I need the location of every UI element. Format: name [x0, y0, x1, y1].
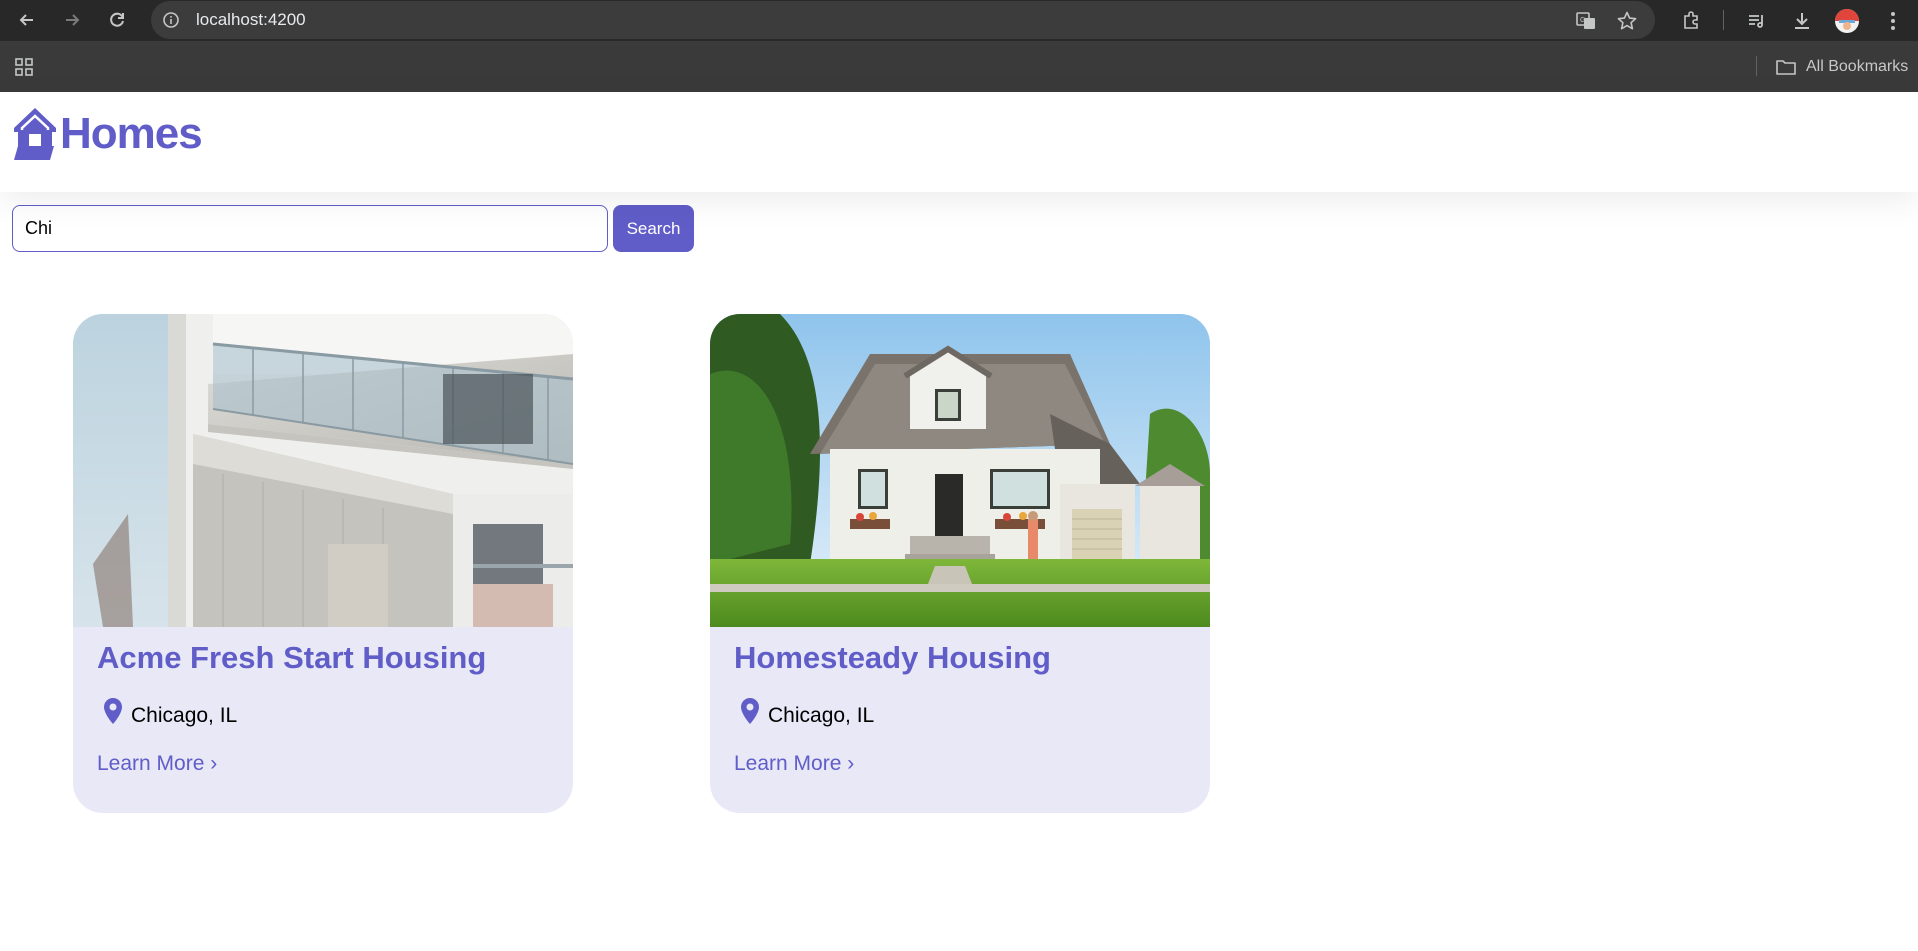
search-form: Search [12, 205, 694, 252]
url-text[interactable]: localhost:4200 [196, 1, 306, 39]
toolbar-divider [1723, 10, 1724, 30]
location-text: Chicago, IL [768, 704, 875, 727]
learn-more-link[interactable]: Learn More › [97, 752, 217, 776]
listing-title: Homesteady Housing [734, 640, 1051, 675]
bookmarks-bar: All Bookmarks [0, 41, 1918, 92]
search-button[interactable]: Search [613, 205, 694, 252]
arrow-left-icon [19, 14, 33, 26]
modern-apartment-photo [73, 314, 573, 627]
listing-location: Chicago, IL [740, 694, 874, 728]
brand-logo[interactable]: Homes [12, 104, 203, 164]
app-header: Homes [0, 92, 1918, 192]
suburban-house-photo [710, 314, 1210, 627]
logo-text: Homes [60, 109, 203, 158]
apps-grid-icon[interactable] [12, 55, 36, 79]
reload-icon [110, 12, 124, 27]
back-button[interactable] [12, 5, 42, 35]
download-icon[interactable] [1787, 6, 1817, 36]
all-bookmarks-label: All Bookmarks [1806, 58, 1909, 75]
location-text: Chicago, IL [131, 704, 238, 727]
bookmarks-divider [1756, 56, 1757, 76]
listing-card: Acme Fresh Start Housing Chicago, IL Lea… [73, 314, 573, 813]
address-bar[interactable]: localhost:4200 G [151, 1, 1655, 39]
listing-card: Homesteady Housing Chicago, IL Learn Mor… [710, 314, 1210, 813]
translate-icon[interactable]: G [1573, 8, 1599, 34]
forward-button[interactable] [57, 5, 87, 35]
learn-more-link[interactable]: Learn More › [734, 752, 854, 776]
extensions-icon[interactable] [1677, 6, 1707, 36]
all-bookmarks-button[interactable]: All Bookmarks [1775, 54, 1908, 80]
browser-toolbar: localhost:4200 G [0, 0, 1918, 41]
arrow-right-icon [66, 14, 80, 26]
profile-avatar-icon[interactable] [1832, 6, 1862, 36]
menu-kebab-icon[interactable] [1878, 6, 1908, 36]
site-info-icon[interactable] [161, 10, 181, 30]
bookmark-star-icon[interactable] [1614, 8, 1640, 34]
location-pin-icon [741, 698, 759, 724]
media-playlist-icon[interactable] [1742, 6, 1772, 36]
reload-button[interactable] [102, 5, 132, 35]
search-input[interactable] [12, 205, 608, 252]
listing-location: Chicago, IL [103, 694, 237, 728]
listing-title: Acme Fresh Start Housing [97, 640, 487, 675]
location-pin-icon [104, 698, 122, 724]
house-logo-icon [14, 108, 56, 160]
svg-text:G: G [1580, 17, 1585, 24]
folder-icon [1776, 60, 1796, 75]
